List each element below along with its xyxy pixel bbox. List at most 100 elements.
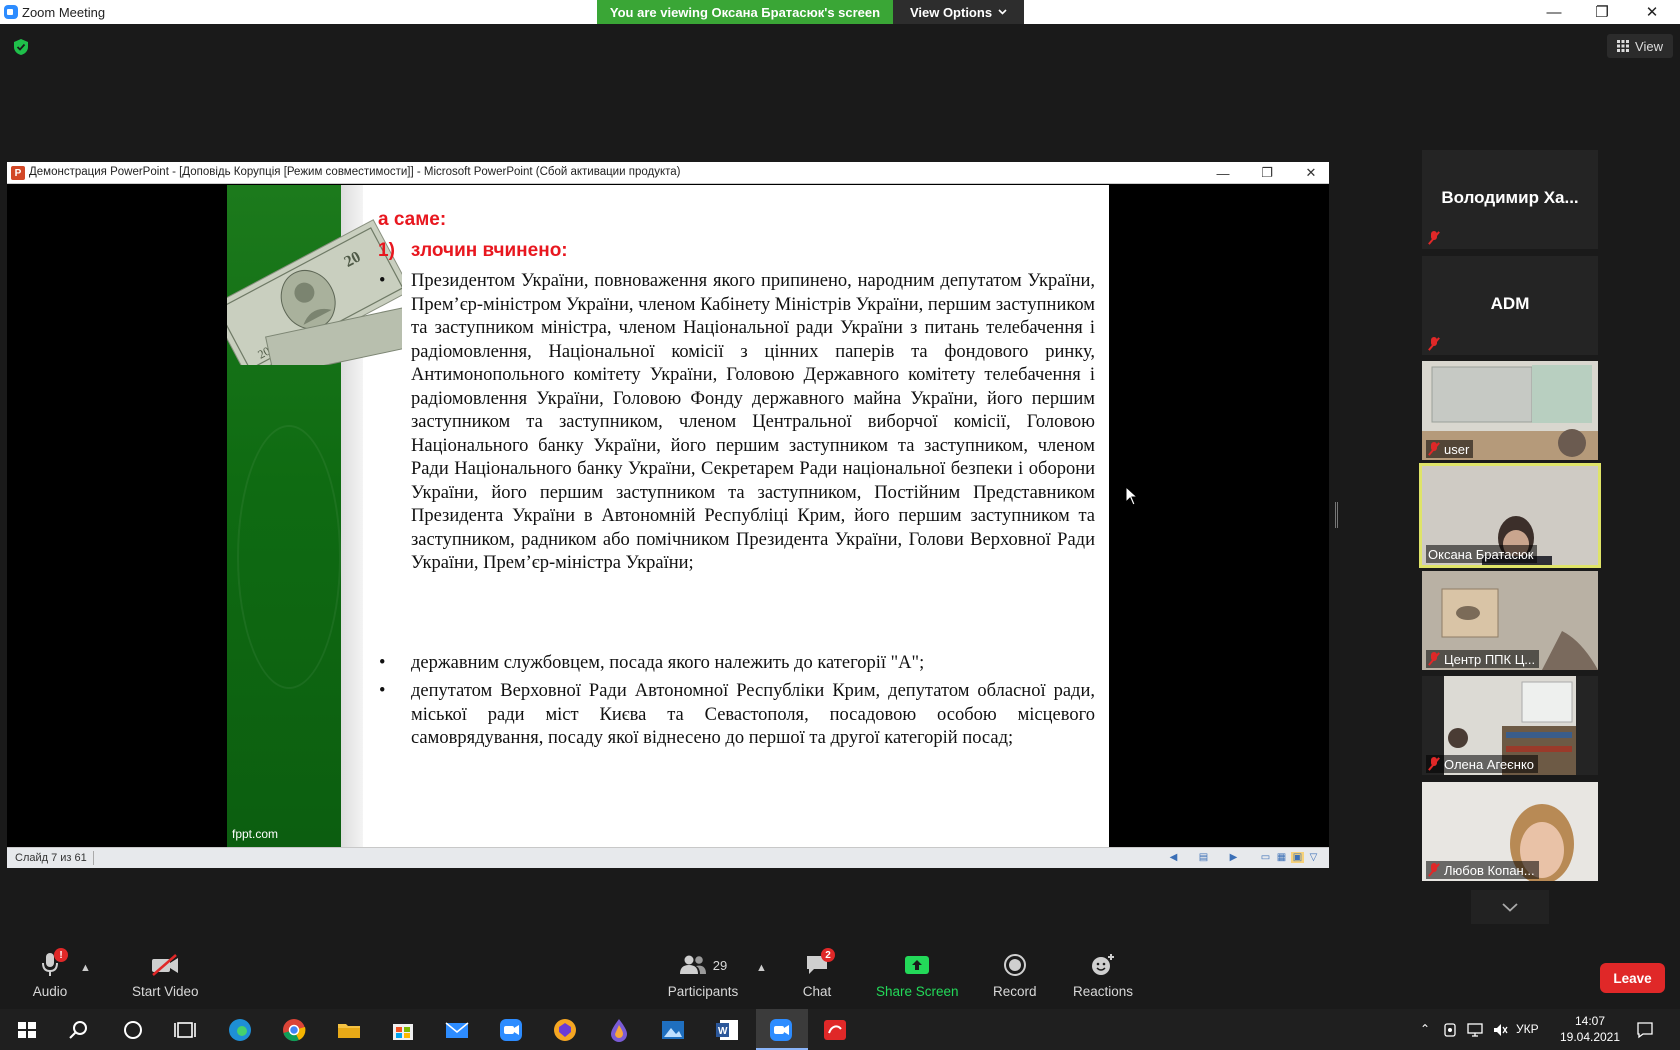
network-icon[interactable] [1466,1022,1484,1038]
ppt-close-button[interactable]: ✕ [1289,162,1333,184]
edge-browser-icon[interactable] [227,1017,253,1043]
participant-tile[interactable]: Олена Агеєнко [1422,676,1598,775]
vpn-app-icon[interactable] [552,1017,578,1043]
participant-name: Любов Копан... [1444,862,1535,878]
slide-menu-icon[interactable]: ▤ [1197,852,1210,863]
normal-view-icon[interactable]: ▭ [1259,852,1272,863]
participant-tile[interactable]: Центр ППК Ц... [1422,571,1598,670]
view-layout-button[interactable]: View [1607,34,1673,58]
slide-heading: а саме: [378,209,447,230]
powerpoint-window-title: Демонстрация PowerPoint - [Доповідь Кору… [29,166,681,178]
svg-text:W: W [718,1026,728,1037]
system-clock[interactable]: 14:07 19.04.2021 [1554,1013,1626,1045]
slide-sorter-icon[interactable]: ▦ [1275,852,1288,863]
zoom-taskbar-icon[interactable] [498,1017,524,1043]
notifications-icon[interactable] [1636,1021,1654,1039]
participant-tile[interactable]: user [1422,361,1598,460]
participant-tile-active-speaker[interactable]: Оксана Братасюк [1419,463,1601,568]
gallery-resize-handle[interactable] [1335,502,1338,528]
participants-options-caret[interactable]: ▲ [756,962,767,974]
clock-time: 14:07 [1574,1014,1606,1028]
powerpoint-status-bar: Слайд 7 из 61 ◀ ▤ ▶ ▭ ▦ ▣ ▽ [7,847,1329,868]
participant-tile[interactable]: Любов Копан... [1422,782,1598,881]
chat-label: Chat [802,984,832,999]
participant-name: Олена Агеєнко [1444,756,1535,772]
slide-subheading: 1) злочин вчинено: [378,240,568,262]
view-options-button[interactable]: View Options [893,0,1024,24]
chat-button[interactable]: 2 Chat [797,948,837,1000]
bullet-marker: • [379,271,386,291]
zoom-active-taskbar-icon[interactable] [768,1017,794,1043]
start-video-label: Start Video [132,984,199,999]
tray-app-icon[interactable] [1442,1022,1458,1038]
paint-drop-icon[interactable] [606,1017,632,1043]
record-button[interactable]: Record [993,950,1037,1000]
close-button[interactable]: ✕ [1628,0,1676,24]
windows-start-icon[interactable] [14,1017,40,1043]
encryption-shield-icon[interactable] [13,38,29,56]
participant-name: ADM [1490,294,1530,313]
chevron-down-icon [998,9,1007,15]
audio-alert-badge: ! [54,948,68,962]
subheading-text: злочин вчинено: [410,240,568,261]
status-separator [93,851,94,865]
start-video-button[interactable]: Start Video [132,950,199,1000]
participant-tile[interactable]: ADM [1422,256,1598,355]
file-explorer-icon[interactable] [336,1017,362,1043]
audio-label: Audio [32,984,68,999]
slideshow-icon[interactable]: ▽ [1307,852,1320,863]
photos-icon[interactable] [660,1017,686,1043]
show-hidden-icons-caret[interactable]: ⌃ [1420,1022,1430,1036]
audio-button[interactable]: ! Audio [30,948,70,1000]
muted-mic-icon [1428,337,1440,351]
slide-footer-brand: fppt.com [232,827,279,841]
next-slide-icon[interactable]: ▶ [1227,852,1240,863]
chrome-browser-icon[interactable] [281,1017,307,1043]
subheading-number: 1) [378,240,395,261]
ppt-minimize-button[interactable]: — [1201,162,1245,184]
minimize-button[interactable]: — [1530,0,1578,24]
bullet-text: депутатом Верховної Ради Автономної Респ… [411,681,1095,748]
mouse-cursor-icon [1125,486,1139,506]
input-language-indicator[interactable]: УКР [1516,1022,1539,1036]
participant-tile[interactable]: Володимир Ха... [1422,150,1598,249]
participant-name: Центр ППК Ц... [1444,651,1536,667]
reading-view-icon[interactable]: ▣ [1291,852,1304,863]
video-off-icon [152,954,179,976]
volume-muted-icon[interactable] [1492,1022,1508,1038]
muted-mic-icon [1428,231,1440,245]
participants-icon [679,955,706,974]
chat-unread-badge: 2 [821,948,835,962]
chevron-down-icon [1502,902,1518,912]
slide-bullet: • Президентом України, повноваження яког… [379,270,1095,576]
grid-icon [1617,40,1630,52]
muted-mic-icon [1428,863,1440,877]
participants-count: 29 [712,957,728,973]
cortana-icon[interactable] [120,1017,146,1043]
reactions-icon [1092,954,1115,975]
participant-label: user [1426,440,1474,458]
participant-name: Оксана Братасюк [1428,546,1534,562]
participant-label: Любов Копан... [1426,861,1539,879]
bullet-marker: • [379,653,386,673]
leave-meeting-button[interactable]: Leave [1600,963,1665,993]
previous-slide-icon[interactable]: ◀ [1167,852,1180,863]
search-icon[interactable] [66,1017,92,1043]
ppt-restore-button[interactable]: ❐ [1245,162,1289,184]
reactions-button[interactable]: Reactions [1073,950,1133,1000]
pdf-reader-icon[interactable] [822,1017,848,1043]
bullet-marker: • [379,681,386,701]
participant-label: Центр ППК Ц... [1426,650,1540,668]
microsoft-store-icon[interactable] [390,1017,416,1043]
participants-button[interactable]: 29 Participants [663,950,743,1000]
participants-label: Participants [667,984,739,999]
share-screen-button[interactable]: Share Screen [876,950,959,1000]
task-view-icon[interactable] [172,1017,198,1043]
audio-options-caret[interactable]: ▲ [80,962,91,974]
viewing-screen-banner: You are viewing Оксана Братасюк's screen [597,0,893,24]
mail-icon[interactable] [444,1017,470,1043]
reactions-label: Reactions [1073,984,1134,999]
gallery-next-page-button[interactable] [1471,890,1549,924]
word-icon[interactable]: W [714,1017,740,1043]
maximize-button[interactable]: ❐ [1578,0,1626,24]
